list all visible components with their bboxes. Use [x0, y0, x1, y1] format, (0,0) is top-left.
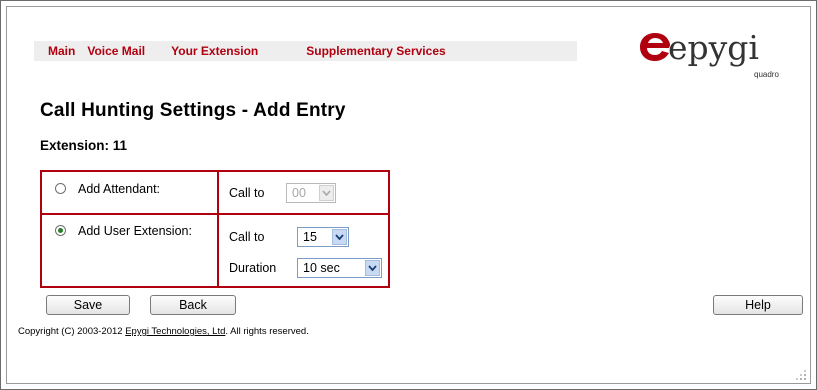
add-user-extension-radio[interactable] [55, 225, 66, 236]
row-divider [42, 213, 388, 215]
column-divider [217, 172, 219, 286]
copyright-suffix: . All rights reserved. [225, 326, 309, 337]
back-button[interactable]: Back [150, 295, 236, 315]
save-button[interactable]: Save [46, 295, 130, 315]
copyright-footer: Copyright (C) 2003-2012 Epygi Technologi… [18, 326, 309, 337]
nav-main[interactable]: Main [48, 44, 75, 58]
chevron-down-icon [365, 260, 380, 276]
logo-wordmark: epygi [668, 28, 759, 67]
nav-supplementary-services[interactable]: Supplementary Services [306, 44, 445, 58]
main-nav: Main Voice Mail Your Extension Supplemen… [34, 41, 577, 61]
call-hunting-form: Add Attendant: Call to 00 Add User Exten… [40, 170, 390, 288]
epygi-logo-mark-icon [640, 33, 670, 61]
add-attendant-radio[interactable] [55, 183, 66, 194]
page-title: Call Hunting Settings - Add Entry [40, 100, 346, 121]
attendant-call-to-label: Call to [229, 186, 265, 200]
chevron-down-icon [319, 185, 334, 201]
nav-your-extension[interactable]: Your Extension [171, 44, 258, 58]
user-call-to-value: 15 [303, 230, 317, 244]
extension-label: Extension: 11 [40, 138, 128, 153]
help-button[interactable]: Help [713, 295, 803, 315]
epygi-logo: epygi quadro [638, 28, 783, 84]
add-user-extension-label: Add User Extension: [78, 224, 192, 238]
epygi-technologies-link[interactable]: Epygi Technologies, Ltd [125, 326, 225, 337]
resize-grip-icon[interactable] [795, 369, 807, 381]
duration-label: Duration [229, 261, 277, 275]
add-attendant-label: Add Attendant: [78, 182, 161, 196]
nav-voice-mail[interactable]: Voice Mail [87, 44, 145, 58]
logo-subtext: quadro [754, 70, 779, 79]
user-call-to-select[interactable]: 15 [297, 227, 349, 247]
duration-value: 10 sec [303, 261, 340, 275]
attendant-call-to-select[interactable]: 00 [286, 183, 336, 203]
copyright-prefix: Copyright (C) 2003-2012 [18, 326, 126, 337]
chevron-down-icon [332, 229, 347, 245]
attendant-call-to-value: 00 [292, 186, 306, 200]
duration-select[interactable]: 10 sec [297, 258, 382, 278]
user-call-to-label: Call to [229, 230, 265, 244]
